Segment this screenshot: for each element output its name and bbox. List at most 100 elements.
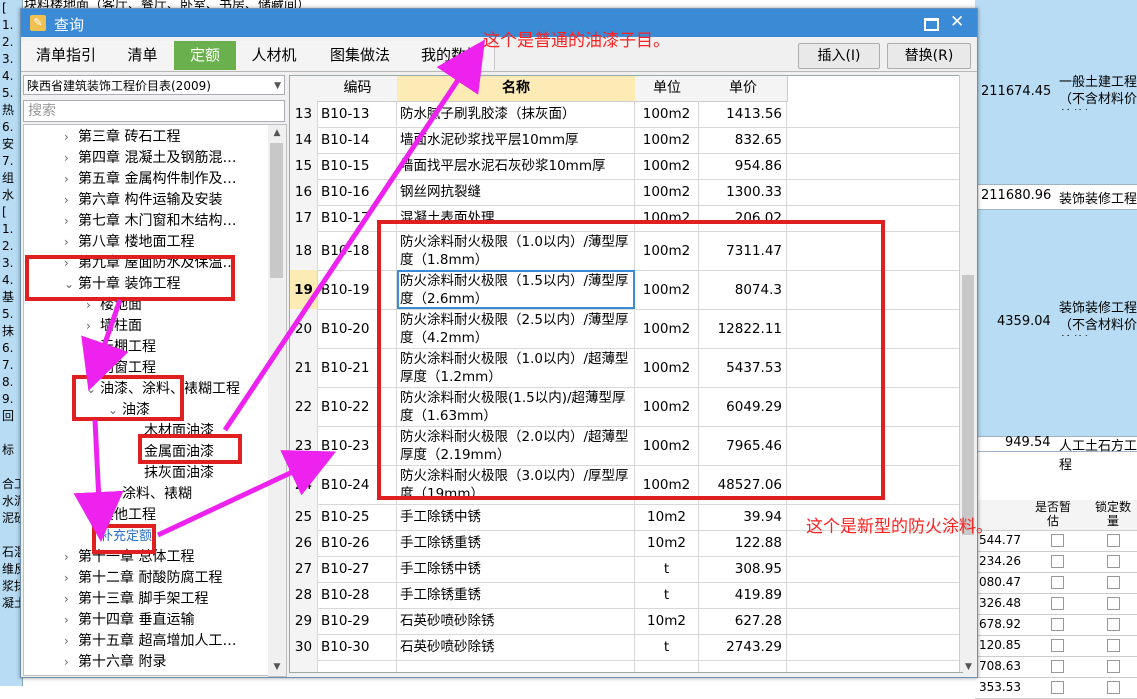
chevron-right-icon[interactable]: › xyxy=(108,484,122,505)
lock-quantity-checkbox[interactable] xyxy=(1107,660,1120,673)
scroll-thumb[interactable] xyxy=(962,275,974,535)
tree-item[interactable]: › 第三章 砖石工程 xyxy=(64,127,180,148)
tab-list-guide[interactable]: 清单指引 xyxy=(21,41,112,70)
estimate-checkbox[interactable] xyxy=(1051,534,1064,547)
cell-name[interactable]: 墙面水泥砂浆找平层10mm厚 xyxy=(397,127,635,153)
cell-name[interactable]: 防水腻子刷乳胶漆（抹灰面） xyxy=(397,101,635,127)
chevron-right-icon[interactable]: › xyxy=(86,337,100,358)
estimate-checkbox[interactable] xyxy=(1051,555,1064,568)
estimate-checkbox[interactable] xyxy=(1051,660,1064,673)
background-fragment: 1. xyxy=(2,222,14,236)
tree-item[interactable]: › 第七章 木门窗和木结构… xyxy=(64,211,236,232)
chevron-right-icon[interactable]: › xyxy=(64,169,78,190)
grid-scrollbar[interactable]: ▼ xyxy=(959,75,977,672)
tree-item[interactable]: › 其他工程 xyxy=(86,505,156,526)
chevron-right-icon[interactable]: › xyxy=(64,190,78,211)
table-row[interactable]: 15 B10-15 墙面找平层水泥石灰砂浆10mm厚 100m2 954.86 xyxy=(290,153,962,180)
cell-name[interactable]: 手工除锈重锈 xyxy=(397,530,635,556)
cell-name[interactable]: 手工除锈中锈 xyxy=(397,556,635,582)
scroll-down-icon[interactable]: ▼ xyxy=(268,659,286,676)
tree-item-label: 门窗工程 xyxy=(100,360,156,376)
search-input[interactable]: 搜索 xyxy=(23,100,285,122)
lock-quantity-checkbox[interactable] xyxy=(1107,534,1120,547)
tab-labor-materials[interactable]: 人材机 xyxy=(236,41,313,70)
cell-name[interactable] xyxy=(397,660,635,672)
background-fragment: 水 xyxy=(2,188,15,202)
table-row[interactable]: 30 B10-30 石英砂喷砂除锈 t 2743.29 xyxy=(290,634,962,661)
tree-item[interactable]: › 天棚工程 xyxy=(86,337,156,358)
table-row[interactable]: 27 B10-27 手工除锈中锈 t 308.95 xyxy=(290,556,962,583)
cell-name[interactable]: 墙面找平层水泥石灰砂浆10mm厚 xyxy=(397,153,635,179)
replace-button[interactable]: 替换(R) xyxy=(887,43,971,69)
chevron-right-icon[interactable]: › xyxy=(64,547,78,568)
tree-item[interactable]: › 第十二章 耐酸防腐工程 xyxy=(64,568,222,589)
table-row[interactable]: 14 B10-14 墙面水泥砂浆找平层10mm厚 100m2 832.65 xyxy=(290,127,962,154)
cell-code: B10-14 xyxy=(318,127,397,153)
table-row[interactable]: 13 B10-13 防水腻子刷乳胶漆（抹灰面） 100m2 1413.56 xyxy=(290,101,962,128)
cell-name[interactable]: 石英砂喷砂除锈 xyxy=(397,634,635,660)
lock-quantity-checkbox[interactable] xyxy=(1107,618,1120,631)
background-amount: 4359.04 xyxy=(997,314,1051,329)
scroll-down-icon[interactable]: ▼ xyxy=(960,662,977,672)
lock-quantity-checkbox[interactable] xyxy=(1107,639,1120,652)
scroll-up-icon[interactable]: ▲ xyxy=(268,125,286,142)
column-header-code[interactable]: 编码 xyxy=(318,76,398,102)
estimate-checkbox[interactable] xyxy=(1051,681,1064,694)
tree-item[interactable]: › 第十四章 垂直运输 xyxy=(64,610,194,631)
tree-item[interactable]: › 墙柱面 xyxy=(86,316,142,337)
scroll-thumb[interactable] xyxy=(270,143,283,278)
estimate-checkbox[interactable] xyxy=(1051,618,1064,631)
chevron-right-icon[interactable]: › xyxy=(64,232,78,253)
column-header-unit[interactable]: 单位 xyxy=(635,76,700,102)
chevron-right-icon[interactable]: › xyxy=(64,589,78,610)
chevron-right-icon[interactable]: › xyxy=(64,211,78,232)
cell-unit: 10m2 xyxy=(635,504,699,530)
chevron-right-icon[interactable]: › xyxy=(86,316,100,337)
tree-item[interactable]: › 第十六章 附录 xyxy=(64,652,166,673)
chevron-right-icon[interactable]: › xyxy=(64,610,78,631)
lock-quantity-checkbox[interactable] xyxy=(1107,576,1120,589)
tree-item[interactable]: › 涂料、裱糊 xyxy=(108,484,192,505)
table-row[interactable]: 16 B10-16 钢丝网抗裂缝 100m2 1300.33 xyxy=(290,179,962,206)
tree-item[interactable]: › 第四章 混凝土及钢筋混… xyxy=(64,148,236,169)
chevron-right-icon[interactable]: › xyxy=(64,631,78,652)
tree-item[interactable]: › 第八章 楼地面工程 xyxy=(64,232,194,253)
tab-my-data[interactable]: 我的数据 xyxy=(408,41,495,70)
maximize-icon[interactable] xyxy=(924,18,939,31)
tree-scrollbar[interactable]: ▲ ▼ xyxy=(268,124,287,677)
chevron-right-icon[interactable]: › xyxy=(64,127,78,148)
cell-price: 1300.33 xyxy=(699,179,787,205)
chevron-right-icon[interactable]: › xyxy=(64,652,78,673)
tab-quota[interactable]: 定额 xyxy=(174,41,237,70)
chevron-right-icon[interactable]: › xyxy=(86,505,100,526)
table-row[interactable]: 28 B10-28 手工除锈重锈 t 419.89 xyxy=(290,582,962,609)
chevron-right-icon[interactable]: › xyxy=(64,148,78,169)
cell-name[interactable]: 手工除锈中锈 xyxy=(397,504,635,530)
insert-button[interactable]: 插入(I) xyxy=(798,43,880,69)
tab-list[interactable]: 清单 xyxy=(111,41,175,70)
cell-name[interactable]: 石英砂喷砂除锈 xyxy=(397,608,635,634)
lock-quantity-checkbox[interactable] xyxy=(1107,597,1120,610)
library-select[interactable]: 陕西省建筑装饰工程价目表(2009) ▼ xyxy=(23,75,285,95)
cell-name[interactable]: 钢丝网抗裂缝 xyxy=(397,179,635,205)
tree-item[interactable]: › 第五章 金属构件制作及… xyxy=(64,169,236,190)
tree-item[interactable]: › 第六章 构件运输及安装 xyxy=(64,190,222,211)
lock-quantity-checkbox[interactable] xyxy=(1107,681,1120,694)
background-header: 是否暂估 xyxy=(1034,500,1071,528)
table-row[interactable]: 29 B10-29 石英砂喷砂除锈 10m2 627.28 xyxy=(290,608,962,635)
lock-quantity-checkbox[interactable] xyxy=(1107,555,1120,568)
estimate-checkbox[interactable] xyxy=(1051,639,1064,652)
tree-item[interactable]: › 第十三章 脚手架工程 xyxy=(64,589,208,610)
chevron-right-icon[interactable]: › xyxy=(64,568,78,589)
close-icon[interactable]: ✕ xyxy=(950,12,964,32)
estimate-checkbox[interactable] xyxy=(1051,576,1064,589)
tree-item[interactable]: › 第十五章 超高增加人工… xyxy=(64,631,236,652)
background-desc: 装饰装修工程 xyxy=(1059,192,1137,207)
tree-item[interactable]: 抹灰面油漆 xyxy=(130,463,214,484)
estimate-checkbox[interactable] xyxy=(1051,597,1064,610)
tab-atlas[interactable]: 图集做法 xyxy=(312,41,409,70)
table-row[interactable] xyxy=(290,660,962,672)
cell-name[interactable]: 手工除锈重锈 xyxy=(397,582,635,608)
column-header-name[interactable]: 名称 xyxy=(397,76,636,102)
column-header-price[interactable]: 单价 xyxy=(699,76,788,102)
